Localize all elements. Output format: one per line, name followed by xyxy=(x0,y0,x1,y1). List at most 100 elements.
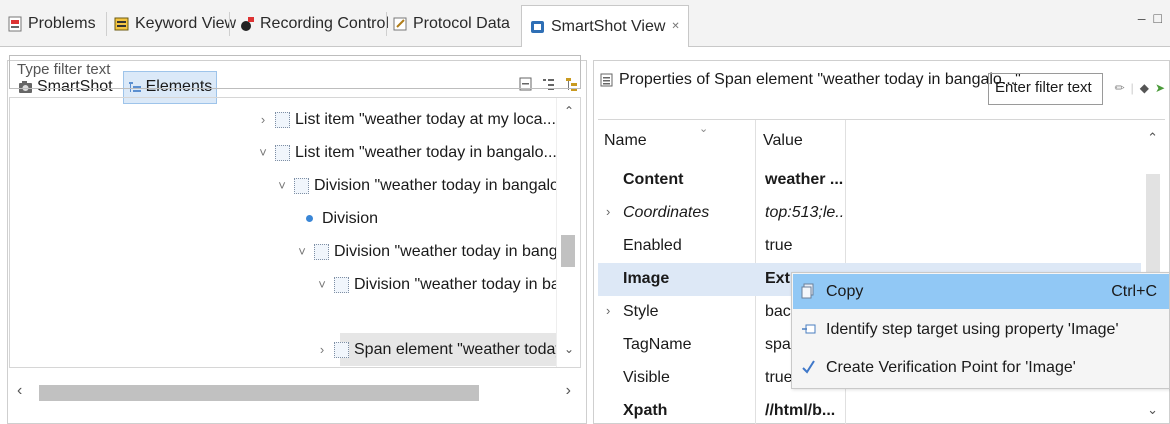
column-header-value[interactable]: Value xyxy=(763,120,843,164)
tab-label: Recording Control xyxy=(260,15,389,32)
menu-item-label: Copy xyxy=(826,283,864,300)
tree-item[interactable]: ˅ Division "weather today in bangalo..." xyxy=(275,169,578,202)
tree-item[interactable]: › List item "weather today at my loca...… xyxy=(256,103,562,136)
property-name: Coordinates xyxy=(623,204,710,221)
tree-item-selected[interactable]: › Span element "weather today xyxy=(315,333,563,366)
column-header-label: Name xyxy=(604,132,647,149)
tab-recording-control[interactable]: Recording Control xyxy=(240,9,389,39)
expand-chevron-icon[interactable]: › xyxy=(606,303,610,318)
clear-filter-icon[interactable]: ✏ xyxy=(1115,81,1125,95)
tab-label: Protocol Data xyxy=(413,15,510,32)
property-value: top:513;le... xyxy=(765,204,843,221)
protocol-icon xyxy=(393,17,407,31)
menu-item-create-verification-point[interactable]: Create Verification Point for 'Image' xyxy=(793,350,1169,385)
menu-item-label: Identify step target using property 'Ima… xyxy=(826,321,1119,338)
property-name: Content xyxy=(623,171,684,188)
menu-item-label: Create Verification Point for 'Image' xyxy=(826,359,1076,376)
list-item-icon xyxy=(275,111,290,128)
tab-separator xyxy=(386,12,387,36)
column-header-name[interactable]: Name ⌄ xyxy=(604,120,754,164)
property-row-coordinates[interactable]: › Coordinates top:513;le... xyxy=(598,197,1141,230)
collapse-chevron-icon[interactable]: ˅ xyxy=(256,145,270,160)
division-icon xyxy=(334,276,349,293)
copy-icon xyxy=(801,283,814,299)
window-controls: – □ xyxy=(1138,10,1162,26)
properties-title: Properties of Span element "weather toda… xyxy=(600,71,1021,89)
tab-separator xyxy=(106,12,107,36)
property-name: Image xyxy=(623,270,670,287)
property-name: Xpath xyxy=(623,402,668,419)
element-filter-input[interactable]: Type filter text xyxy=(9,55,581,89)
menu-item-shortcut: Ctrl+C xyxy=(1111,283,1157,300)
maximize-button[interactable]: □ xyxy=(1154,10,1162,26)
tree-item[interactable]: ˅ Division "weather today in bang xyxy=(315,268,578,301)
tab-label: Problems xyxy=(28,15,96,32)
tab-label: Keyword View xyxy=(135,15,237,32)
scroll-down-icon[interactable]: ⌄ xyxy=(564,342,574,356)
tab-keyword-view[interactable]: Keyword View xyxy=(114,9,236,39)
collapse-chevron-icon[interactable]: ˅ xyxy=(295,244,309,259)
tree-horizontal-scrollbar[interactable]: ‹ › xyxy=(9,368,581,416)
view-tab-bar: Problems Keyword View Recording Control … xyxy=(0,0,1170,47)
property-row-enabled[interactable]: Enabled true xyxy=(598,230,1141,263)
property-name: TagName xyxy=(623,336,692,353)
property-name: Style xyxy=(623,303,659,320)
close-icon[interactable]: ✕ xyxy=(671,21,679,32)
expand-chevron-icon[interactable]: › xyxy=(256,112,270,127)
tree-item-label: Span element "weather today xyxy=(354,340,564,358)
sort-chevron-icon: ⌄ xyxy=(699,123,709,135)
tab-problems[interactable]: Problems xyxy=(8,9,96,39)
property-name: Enabled xyxy=(623,237,682,254)
tree-item[interactable]: ˅ Division "weather today in bangalo xyxy=(295,235,579,268)
recording-icon xyxy=(241,17,254,31)
scroll-left-icon[interactable]: ‹ xyxy=(17,382,22,400)
property-row-content[interactable]: Content weather ... xyxy=(598,164,1141,197)
expand-chevron-icon[interactable]: › xyxy=(315,342,329,357)
tree-item-label: Division "weather today in bangalo xyxy=(334,242,579,260)
tree-item-label: Division "weather today in bangalo..." xyxy=(314,176,578,194)
toolbar-divider: | xyxy=(1130,81,1134,95)
tree-item-label: Division xyxy=(322,209,379,227)
property-filter-input[interactable]: Enter filter text xyxy=(988,73,1103,105)
scroll-thumb[interactable] xyxy=(39,385,479,401)
property-row-xpath[interactable]: Xpath //html/b... xyxy=(598,395,1141,424)
problems-icon xyxy=(8,16,22,32)
tab-separator xyxy=(229,12,230,36)
list-item-icon xyxy=(275,144,290,161)
property-actions: ✏ | ◆ ➤ xyxy=(1115,81,1165,95)
scroll-down-icon[interactable]: ⌄ xyxy=(1147,402,1158,418)
expand-chevron-icon[interactable]: › xyxy=(606,204,610,219)
collapse-chevron-icon[interactable]: ˅ xyxy=(275,178,289,193)
element-tree: › List item "weather today at my loca...… xyxy=(9,97,581,368)
properties-title-text: Properties of Span element "weather toda… xyxy=(619,71,1021,88)
arrow-icon[interactable]: ➤ xyxy=(1155,81,1165,95)
property-name: Visible xyxy=(623,369,670,386)
tree-vertical-scrollbar[interactable]: ⌃ ⌄ xyxy=(556,98,580,367)
leaf-bullet-icon xyxy=(306,215,313,222)
tree-item[interactable]: ˅ List item "weather today in bangalo...… xyxy=(256,136,563,169)
properties-icon xyxy=(600,73,613,87)
span-element-icon xyxy=(334,341,349,358)
context-menu: Copy Ctrl+C Identify step target using p… xyxy=(791,272,1170,389)
division-icon xyxy=(314,243,329,260)
scroll-thumb[interactable] xyxy=(561,235,575,267)
property-value: weather ... xyxy=(765,171,843,188)
minimize-button[interactable]: – xyxy=(1138,10,1146,26)
scroll-right-icon[interactable]: › xyxy=(566,382,571,400)
scroll-up-icon[interactable]: ⌃ xyxy=(564,104,574,118)
target-icon xyxy=(802,324,816,334)
tree-item-label: Division "weather today in bang xyxy=(354,275,578,293)
tab-smartshot-view[interactable]: SmartShot View ✕ xyxy=(521,5,689,47)
tab-protocol-data[interactable]: Protocol Data xyxy=(393,9,510,39)
tab-label: SmartShot View xyxy=(551,17,666,35)
menu-item-identify-step-target[interactable]: Identify step target using property 'Ima… xyxy=(793,312,1169,347)
collapse-chevron-icon[interactable]: ˅ xyxy=(315,277,329,292)
diamond-icon[interactable]: ◆ xyxy=(1140,81,1149,95)
tree-item[interactable]: Division xyxy=(300,202,378,235)
keyword-view-icon xyxy=(114,17,129,31)
tree-item-label: List item "weather today in bangalo..." xyxy=(295,143,563,161)
menu-item-copy[interactable]: Copy Ctrl+C xyxy=(793,274,1169,309)
scroll-up-icon[interactable]: ⌃ xyxy=(1147,130,1158,146)
smartshot-view-icon xyxy=(531,20,544,33)
property-value: true xyxy=(765,237,793,254)
